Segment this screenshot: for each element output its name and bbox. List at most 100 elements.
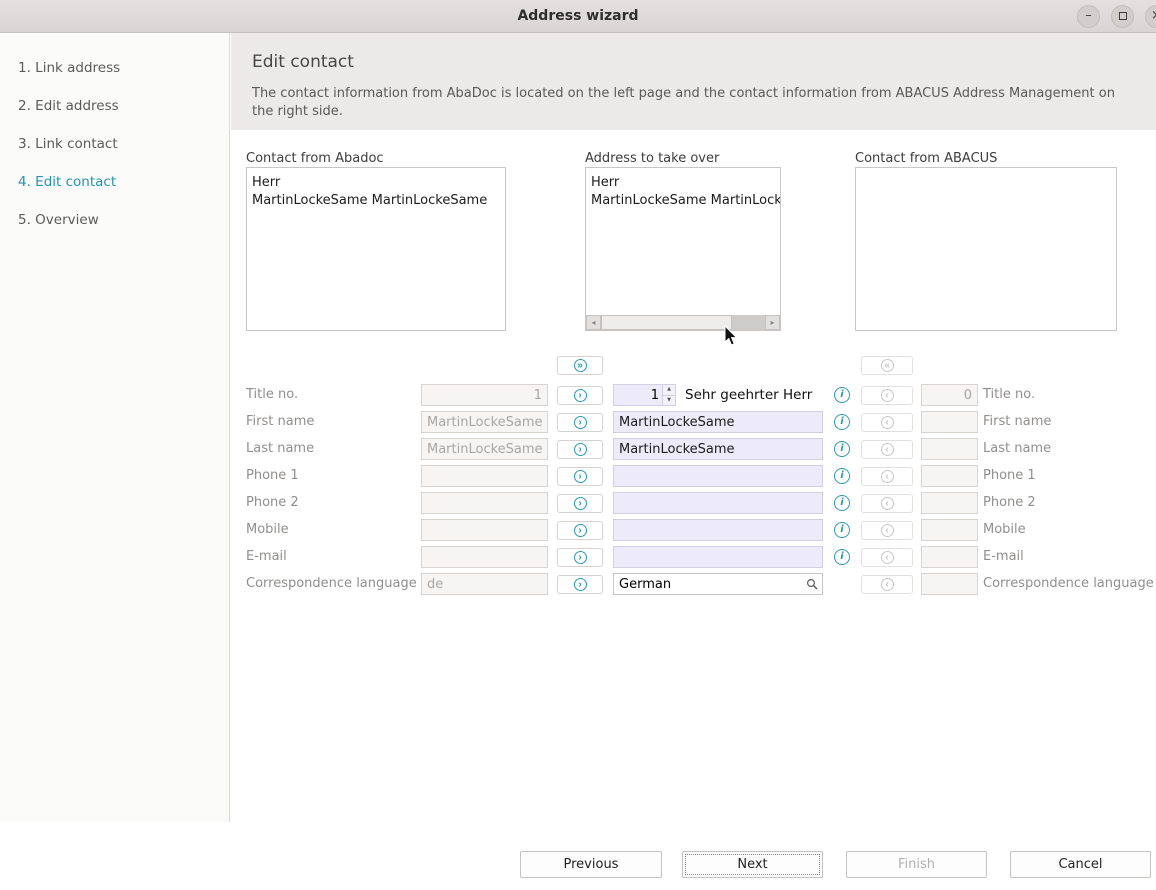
transfer-right-button[interactable]: › — [557, 467, 603, 486]
arrow-right-icon: › — [574, 524, 587, 537]
arrow-left-icon: ‹ — [881, 416, 894, 429]
form-row-title-no: Title no. › ▲ ▼ Sehr geehrter Herr i ‹ T… — [0, 384, 1156, 406]
close-icon: × — [1151, 8, 1156, 23]
transfer-left-button[interactable]: ‹ — [861, 440, 913, 459]
title-no-spinner[interactable]: ▲ ▼ — [613, 384, 676, 406]
arrow-left-icon: ‹ — [881, 524, 894, 537]
info-icon[interactable]: i — [834, 468, 850, 484]
arrow-left-icon: ‹ — [881, 470, 894, 483]
abadoc-last-name-field[interactable] — [421, 438, 548, 460]
spinner-down-button[interactable]: ▼ — [663, 395, 675, 405]
transfer-left-button[interactable]: ‹ — [861, 548, 913, 567]
window-controls: – × — [1077, 5, 1156, 28]
scroll-left-icon: ◂ — [591, 318, 595, 327]
info-icon[interactable]: i — [834, 414, 850, 430]
previous-button[interactable]: Previous — [520, 851, 662, 878]
close-button[interactable]: × — [1145, 5, 1156, 28]
minimize-button[interactable]: – — [1077, 5, 1100, 28]
transfer-all-left-button[interactable]: « — [861, 356, 913, 375]
abacus-last-name-field[interactable] — [921, 438, 978, 460]
transfer-right-button[interactable]: › — [557, 575, 603, 594]
transfer-left-button[interactable]: ‹ — [861, 386, 913, 405]
info-icon[interactable]: i — [834, 549, 850, 565]
transfer-left-button[interactable]: ‹ — [861, 494, 913, 513]
abacus-contact-panel[interactable] — [855, 167, 1117, 331]
maximize-button[interactable] — [1111, 5, 1134, 28]
transfer-right-button[interactable]: › — [557, 413, 603, 432]
row-label-left: E-mail — [246, 549, 287, 564]
transfer-left-button[interactable]: ‹ — [861, 467, 913, 486]
transfer-right-button[interactable]: › — [557, 386, 603, 405]
abadoc-email-field[interactable] — [421, 546, 548, 568]
row-label-right: Last name — [983, 441, 1051, 456]
abacus-mobile-field[interactable] — [921, 519, 978, 541]
form-row-phone1: Phone 1 › i ‹ Phone 1 — [0, 465, 1156, 487]
row-label-left: Last name — [246, 441, 314, 456]
takeover-last-name-field[interactable] — [613, 438, 823, 460]
cancel-button[interactable]: Cancel — [1010, 851, 1151, 878]
takeover-address-line2: MartinLockeSame MartinLockeSame — [591, 192, 775, 210]
abacus-email-field[interactable] — [921, 546, 978, 568]
sidebar-step-link-contact[interactable]: 3. Link contact — [18, 136, 118, 152]
scroll-right-button[interactable]: ▸ — [765, 315, 780, 330]
row-label-right: First name — [983, 414, 1051, 429]
sidebar-step-edit-address[interactable]: 2. Edit address — [18, 98, 119, 114]
transfer-right-button[interactable]: › — [557, 521, 603, 540]
info-icon[interactable]: i — [834, 495, 850, 511]
horizontal-scrollbar[interactable]: ◂ ▸ — [586, 315, 780, 330]
abacus-language-field[interactable] — [921, 573, 978, 595]
abadoc-contact-line2: MartinLockeSame MartinLockeSame — [252, 192, 500, 210]
transfer-left-button[interactable]: ‹ — [861, 575, 913, 594]
row-label-left: Mobile — [246, 522, 289, 537]
abadoc-phone2-field[interactable] — [421, 492, 548, 514]
sidebar-step-overview[interactable]: 5. Overview — [18, 212, 99, 228]
double-arrow-left-icon: « — [881, 359, 894, 372]
abadoc-mobile-field[interactable] — [421, 519, 548, 541]
arrow-right-icon: › — [574, 551, 587, 564]
spinner-up-button[interactable]: ▲ — [663, 385, 675, 395]
takeover-email-field[interactable] — [613, 546, 823, 568]
language-search-button[interactable] — [802, 575, 821, 593]
takeover-address-panel[interactable]: Herr MartinLockeSame MartinLockeSame ◂ ▸ — [585, 167, 781, 331]
page-title: Edit contact — [252, 52, 354, 72]
takeover-panel-label: Address to take over — [585, 151, 719, 166]
transfer-right-button[interactable]: › — [557, 548, 603, 567]
transfer-all-right-button[interactable]: » — [557, 356, 603, 375]
form-row-first-name: First name › i ‹ First name — [0, 411, 1156, 433]
abadoc-language-field[interactable] — [421, 573, 548, 595]
arrow-right-icon: › — [574, 578, 587, 591]
finish-button[interactable]: Finish — [846, 851, 987, 878]
abadoc-phone1-field[interactable] — [421, 465, 548, 487]
abadoc-first-name-field[interactable] — [421, 411, 548, 433]
transfer-right-button[interactable]: › — [557, 494, 603, 513]
takeover-phone1-field[interactable] — [613, 465, 823, 487]
transfer-left-button[interactable]: ‹ — [861, 413, 913, 432]
takeover-mobile-field[interactable] — [613, 519, 823, 541]
arrow-left-icon: ‹ — [881, 578, 894, 591]
scrollbar-thumb[interactable] — [601, 315, 732, 330]
info-icon[interactable]: i — [834, 387, 850, 403]
takeover-first-name-field[interactable] — [613, 411, 823, 433]
abacus-title-no-field[interactable] — [921, 384, 978, 406]
language-lookup-field — [613, 573, 823, 595]
sidebar-step-edit-contact[interactable]: 4. Edit contact — [18, 174, 116, 190]
arrow-right-icon: › — [574, 443, 587, 456]
abacus-first-name-field[interactable] — [921, 411, 978, 433]
sidebar-step-link-address[interactable]: 1. Link address — [18, 60, 120, 76]
form-row-phone2: Phone 2 › i ‹ Phone 2 — [0, 492, 1156, 514]
takeover-phone2-field[interactable] — [613, 492, 823, 514]
abadoc-title-no-field[interactable] — [421, 384, 548, 406]
abacus-phone2-field[interactable] — [921, 492, 978, 514]
transfer-right-button[interactable]: › — [557, 440, 603, 459]
spinner-buttons: ▲ ▼ — [662, 385, 675, 405]
abadoc-contact-panel[interactable]: Herr MartinLockeSame MartinLockeSame — [246, 167, 506, 331]
title-no-input[interactable] — [614, 385, 662, 405]
info-icon[interactable]: i — [834, 441, 850, 457]
language-input[interactable] — [614, 574, 802, 594]
abadoc-panel-label: Contact from Abadoc — [246, 151, 384, 166]
transfer-left-button[interactable]: ‹ — [861, 521, 913, 540]
next-button[interactable]: Next — [682, 851, 823, 878]
scroll-left-button[interactable]: ◂ — [586, 315, 601, 330]
info-icon[interactable]: i — [834, 522, 850, 538]
abacus-phone1-field[interactable] — [921, 465, 978, 487]
